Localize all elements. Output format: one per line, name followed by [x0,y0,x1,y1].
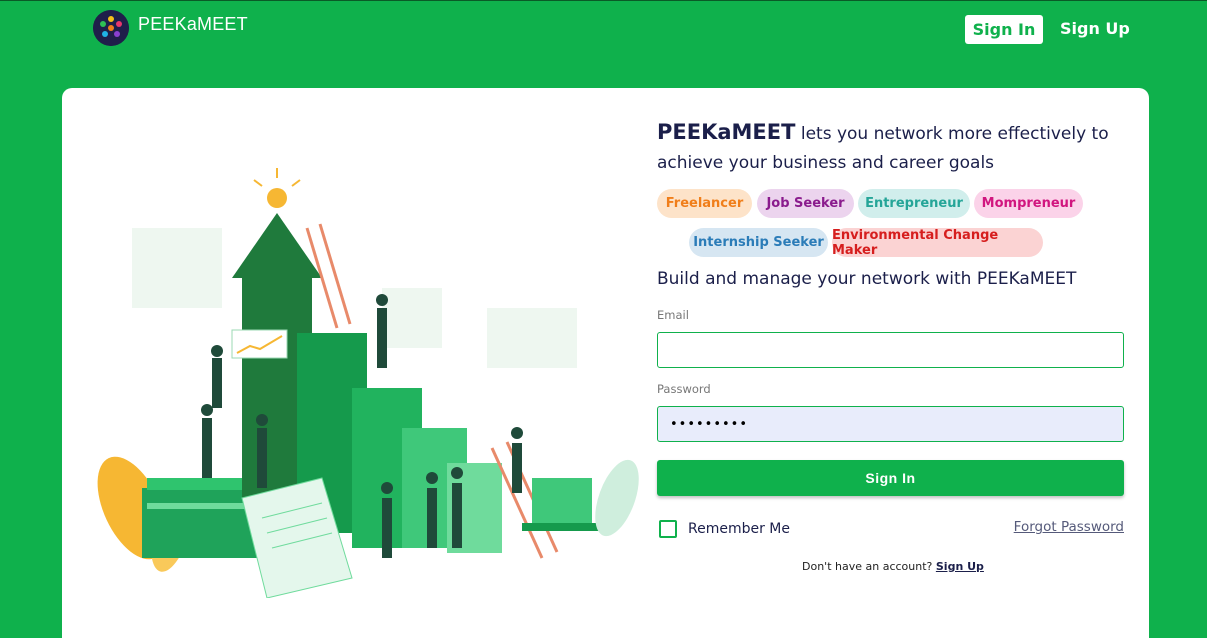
forgot-password-link[interactable]: Forgot Password [1014,519,1124,535]
email-field[interactable] [657,332,1124,368]
hero-illustration [92,158,652,599]
remember-me-label[interactable]: Remember Me [688,521,790,537]
chip-job-seeker[interactable]: Job Seeker [757,189,854,218]
footer-signup-link[interactable]: Sign Up [936,560,984,573]
chip-internship-seeker[interactable]: Internship Seeker [689,228,828,257]
chip-freelancer[interactable]: Freelancer [657,189,752,218]
no-account-prompt: Don't have an account? Sign Up [802,560,984,573]
no-account-text: Don't have an account? [802,560,933,573]
email-label: Email [657,308,689,322]
signin-submit-button[interactable]: Sign In [657,460,1124,496]
nav-signup-link[interactable]: Sign Up [1060,19,1130,38]
login-card: PEEKaMEET lets you network more effectiv… [62,88,1149,638]
chip-entrepreneur[interactable]: Entrepreneur [858,189,970,218]
nav-signin-button[interactable]: Sign In [965,15,1043,44]
password-label: Password [657,382,711,396]
hero-tagline: PEEKaMEET lets you network more effectiv… [657,118,1117,178]
password-field[interactable] [657,406,1124,442]
brand-name[interactable]: PEEKaMEET [138,14,248,35]
chip-mompreneur[interactable]: Mompreneur [974,189,1083,218]
form-subheading: Build and manage your network with PEEKa… [657,269,1077,289]
remember-me-checkbox[interactable] [659,520,677,538]
hero-brand: PEEKaMEET [657,120,796,144]
top-nav: PEEKaMEET Sign In Sign Up [0,1,1207,59]
logo-icon[interactable] [93,10,129,46]
chip-environmental-change-maker[interactable]: Environmental Change Maker [832,228,1043,258]
